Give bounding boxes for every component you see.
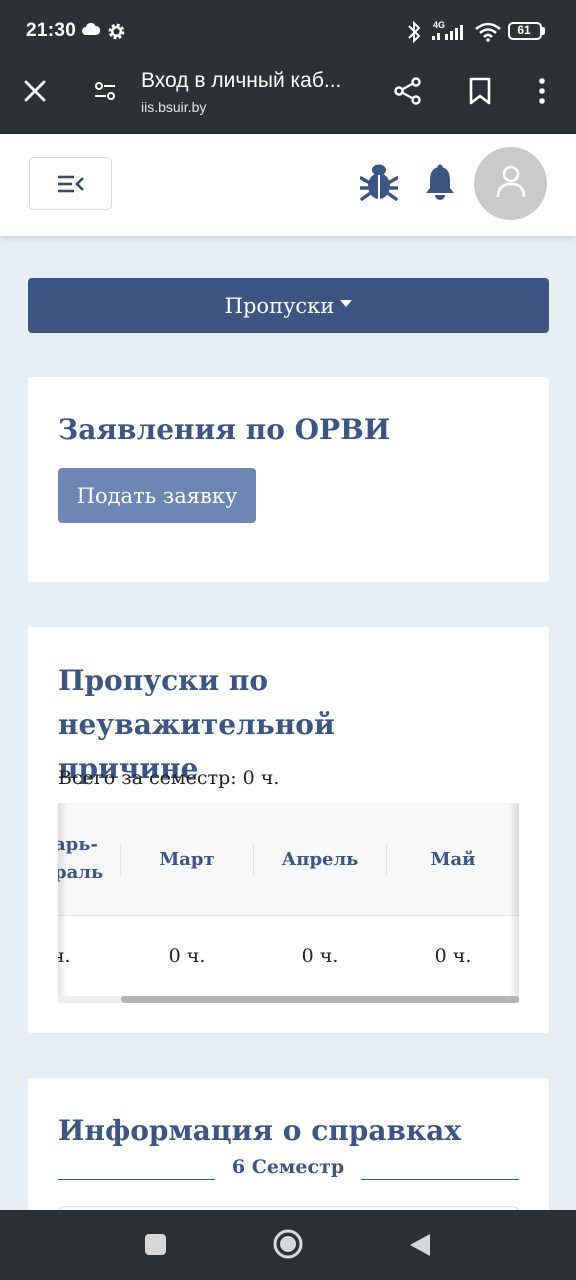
share-icon[interactable] — [392, 75, 424, 107]
status-bar: 21:30 4G 61 — [0, 0, 576, 64]
submit-application-button[interactable]: Подать заявку — [58, 468, 256, 523]
wifi-icon — [475, 22, 501, 42]
table-scrollbar-thumb[interactable] — [121, 996, 519, 1003]
bell-icon[interactable] — [423, 164, 457, 202]
absences-dropdown-button[interactable]: Пропуски — [28, 278, 549, 333]
gear-icon — [108, 23, 125, 40]
bluetooth-icon — [408, 20, 421, 44]
orvi-card-title: Заявления по ОРВИ — [58, 413, 391, 446]
cloud-icon — [82, 23, 100, 35]
certificates-card: Информация о справках 6 Семестр — [28, 1078, 549, 1226]
home-button[interactable] — [272, 1228, 304, 1260]
back-button[interactable] — [408, 1232, 432, 1258]
semester-total: Всего за семестр: 0 ч. — [58, 767, 280, 789]
bookmark-icon[interactable] — [465, 75, 495, 107]
site-settings-icon[interactable] — [90, 76, 120, 106]
dropdown-label: Пропуски — [224, 293, 335, 318]
close-icon[interactable] — [20, 76, 50, 106]
avatar[interactable] — [474, 147, 547, 220]
app-header — [0, 134, 576, 236]
sidebar-toggle-button[interactable] — [29, 157, 112, 210]
orvi-card: Заявления по ОРВИ Подать заявку — [28, 377, 549, 582]
page-title: Вход в личный каб... — [141, 69, 342, 92]
certificates-card-title: Информация о справках — [58, 1114, 462, 1147]
status-time: 21:30 — [26, 20, 77, 41]
table-header-april: Апрель — [281, 848, 359, 870]
menu-collapse-icon — [58, 175, 84, 193]
bug-icon[interactable] — [360, 161, 398, 203]
recent-apps-button[interactable] — [145, 1234, 166, 1255]
table-cell-march: 0 ч. — [168, 945, 206, 967]
table-cell-may: 0 ч. — [434, 945, 472, 967]
table-header-may: Май — [430, 848, 476, 870]
page-url[interactable]: iis.bsuir.by — [141, 99, 206, 115]
more-vert-icon[interactable] — [530, 75, 554, 107]
system-nav-bar — [0, 1210, 576, 1280]
table-header-march: Март — [159, 848, 215, 870]
semester-label: 6 Семестр — [231, 1156, 345, 1178]
battery-icon: 61 — [508, 22, 546, 42]
signal-icon: 4G — [430, 20, 470, 42]
battery-level: 61 — [517, 23, 531, 37]
caret-down-icon — [340, 300, 353, 307]
table-cell-april: 0 ч. — [301, 945, 339, 967]
absences-table[interactable]: арь- раль Март Апрель Май ч. 0 ч. 0 ч. 0… — [58, 803, 519, 1003]
user-icon — [496, 165, 526, 198]
browser-toolbar: Вход в личный каб... iis.bsuir.by — [0, 64, 576, 134]
unexcused-absences-card: Пропуски по неуважительной причине Всего… — [28, 627, 549, 1033]
